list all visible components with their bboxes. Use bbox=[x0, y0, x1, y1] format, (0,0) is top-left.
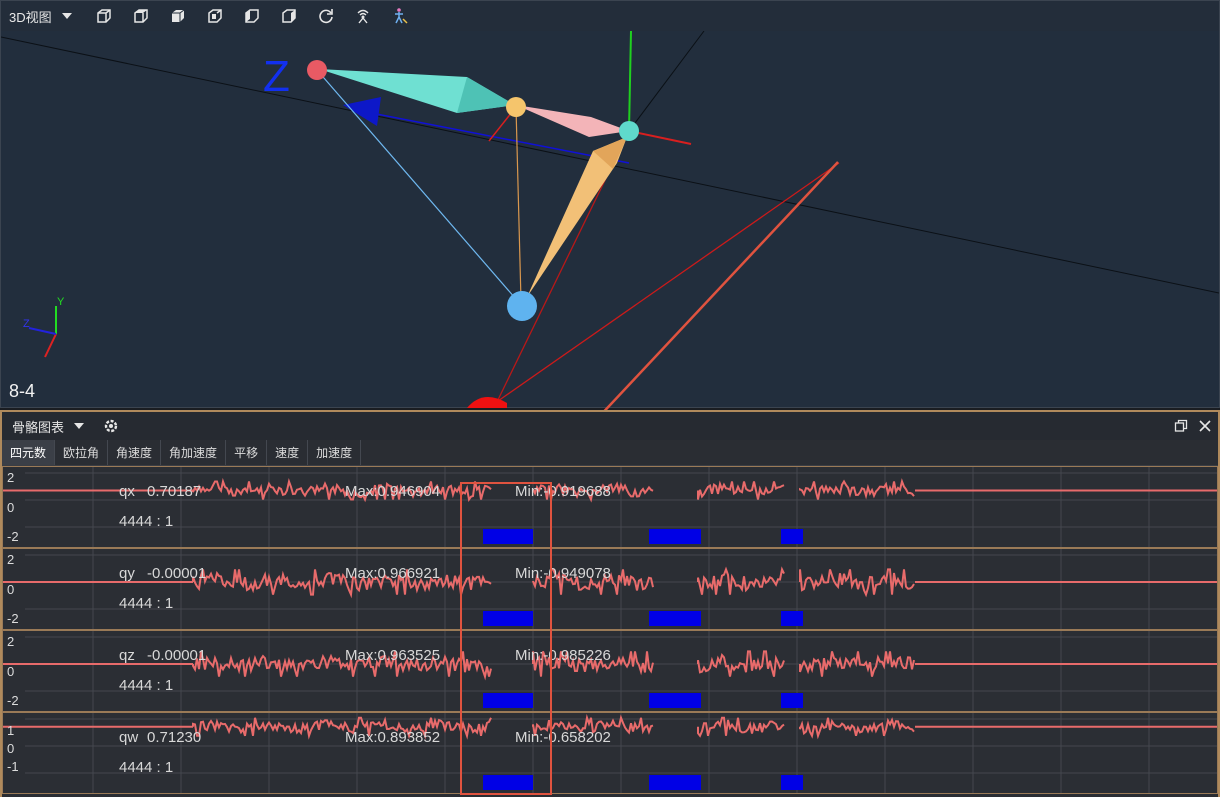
event-marker bbox=[781, 529, 803, 544]
3d-viewer[interactable]: 3D视图 Z Y Z 8-4 bbox=[0, 0, 1220, 408]
series-value: 0.71230 bbox=[147, 729, 202, 746]
cube-front-icon[interactable] bbox=[86, 3, 123, 29]
event-marker bbox=[483, 775, 533, 790]
series-max: Max:0.946904 bbox=[345, 483, 441, 500]
refresh-icon[interactable] bbox=[308, 3, 345, 29]
series-name: qz bbox=[119, 647, 135, 664]
chart-qz[interactable]: 2 0 -2 qz -0.00001 Max:0.963525 Min:-0.9… bbox=[2, 630, 1218, 712]
frame-label: 8-4 bbox=[9, 381, 36, 401]
tab-euler[interactable]: 欧拉角 bbox=[55, 440, 109, 465]
joint-cyan[interactable] bbox=[619, 121, 639, 141]
tab-angular-velocity[interactable]: 角速度 bbox=[108, 440, 162, 465]
series-min: Min:-0.985226 bbox=[515, 647, 611, 664]
chevron-down-icon bbox=[61, 13, 72, 19]
cube-iso-icon[interactable] bbox=[197, 3, 234, 29]
skeleton-icon[interactable] bbox=[382, 3, 419, 29]
axis-y-line bbox=[628, 31, 632, 132]
series-name: qy bbox=[119, 565, 135, 582]
series-value: 0.70187 bbox=[147, 483, 202, 500]
y-tick: 2 bbox=[7, 470, 15, 485]
y-tick: -1 bbox=[7, 759, 19, 774]
viewer-toolbar: 3D视图 bbox=[1, 1, 1219, 31]
event-marker bbox=[649, 775, 701, 790]
view-mode-select[interactable]: 3D视图 bbox=[9, 7, 72, 26]
series-value: -0.00001 bbox=[147, 565, 207, 582]
chevron-down-icon bbox=[74, 423, 85, 429]
close-icon[interactable] bbox=[1198, 419, 1212, 433]
cube-side-icon[interactable] bbox=[234, 3, 271, 29]
panel-header: 骨骼图表 bbox=[2, 412, 1218, 440]
series-name: qw bbox=[119, 729, 139, 746]
tab-translation[interactable]: 平移 bbox=[226, 440, 268, 465]
bone-link bbox=[515, 106, 522, 302]
frame-counter: 4444 : 1 bbox=[119, 513, 174, 530]
mini-axis-y-label: Y bbox=[57, 296, 65, 308]
cube-solid-icon[interactable] bbox=[160, 3, 197, 29]
mini-axis-z bbox=[28, 327, 57, 335]
joint-blue[interactable] bbox=[507, 291, 537, 321]
joint-red[interactable] bbox=[307, 60, 327, 80]
tab-angular-acceleration[interactable]: 角加速度 bbox=[161, 440, 227, 465]
event-marker bbox=[781, 611, 803, 626]
restore-window-icon[interactable] bbox=[1174, 419, 1188, 433]
chart-qx[interactable]: 2 0 -2 qx 0.70187 Max:0.946904 Min:-0.91… bbox=[2, 466, 1218, 548]
panel-title: 骨骼图表 bbox=[12, 419, 65, 435]
mini-axis-z-label: Z bbox=[23, 318, 30, 330]
chart-qy[interactable]: 2 0 -2 qy -0.00001 Max:0.966921 Min:-0.9… bbox=[2, 548, 1218, 630]
series-min: Min:-0.949078 bbox=[515, 565, 611, 582]
event-marker bbox=[649, 611, 701, 626]
y-tick: 2 bbox=[7, 634, 15, 649]
series-max: Max:0.966921 bbox=[345, 565, 441, 582]
frame-counter: 4444 : 1 bbox=[119, 677, 174, 694]
y-tick: 0 bbox=[7, 582, 15, 597]
plot-area bbox=[3, 549, 1217, 629]
chart-tabs: 四元数 欧拉角 角速度 角加速度 平移 速度 加速度 bbox=[2, 440, 1218, 466]
y-tick: -2 bbox=[7, 529, 19, 544]
joint-yellow[interactable] bbox=[506, 97, 526, 117]
frame-counter: 4444 : 1 bbox=[119, 759, 174, 776]
plot-area bbox=[3, 467, 1217, 547]
series-value: -0.00001 bbox=[147, 647, 207, 664]
y-tick: 2 bbox=[7, 552, 15, 567]
event-marker bbox=[649, 693, 701, 708]
series-max: Max:0.893852 bbox=[345, 729, 441, 746]
frame-counter: 4444 : 1 bbox=[119, 595, 174, 612]
axis-z-label: Z bbox=[263, 52, 290, 101]
gear-icon[interactable] bbox=[102, 417, 120, 435]
y-tick: 1 bbox=[7, 723, 15, 738]
series-min: Min:-0.658202 bbox=[515, 729, 611, 746]
series-name: qx bbox=[119, 483, 135, 500]
chart-stack: 2 0 -2 qx 0.70187 Max:0.946904 Min:-0.91… bbox=[2, 466, 1218, 797]
event-marker bbox=[483, 693, 533, 708]
y-tick: 0 bbox=[7, 741, 15, 756]
floor-line bbox=[628, 31, 705, 132]
plot-area bbox=[3, 713, 1217, 793]
cube-top-icon[interactable] bbox=[123, 3, 160, 29]
series-min: Min:-0.919688 bbox=[515, 483, 611, 500]
cube-back-icon[interactable] bbox=[271, 3, 308, 29]
plot-area bbox=[3, 631, 1217, 711]
event-marker bbox=[649, 529, 701, 544]
view-mode-label: 3D视图 bbox=[9, 9, 52, 25]
bone-pink bbox=[516, 105, 629, 137]
event-marker bbox=[483, 529, 533, 544]
y-tick: 0 bbox=[7, 664, 15, 679]
event-marker bbox=[781, 775, 803, 790]
event-marker bbox=[483, 611, 533, 626]
tab-acceleration[interactable]: 加速度 bbox=[308, 440, 362, 465]
y-tick: -2 bbox=[7, 693, 19, 708]
y-tick: -2 bbox=[7, 611, 19, 626]
series-max: Max:0.963525 bbox=[345, 647, 441, 664]
tab-quaternion[interactable]: 四元数 bbox=[2, 440, 56, 465]
mini-axis-x bbox=[44, 333, 57, 358]
chart-type-select[interactable]: 骨骼图表 bbox=[12, 417, 85, 436]
chart-qw[interactable]: 1 0 -1 qw 0.71230 Max:0.893852 Min:-0.65… bbox=[2, 712, 1218, 794]
tab-velocity[interactable]: 速度 bbox=[267, 440, 309, 465]
y-tick: 0 bbox=[7, 500, 15, 515]
bone-chart-panel: 骨骼图表 四元数 欧拉角 角速度 角加速度 平移 速度 加速度 2 0 -2 q… bbox=[0, 410, 1220, 797]
axis-x-line bbox=[497, 162, 840, 402]
3d-scene[interactable]: Z Y Z bbox=[1, 31, 1219, 408]
event-marker bbox=[781, 693, 803, 708]
antenna-icon[interactable] bbox=[345, 3, 382, 29]
